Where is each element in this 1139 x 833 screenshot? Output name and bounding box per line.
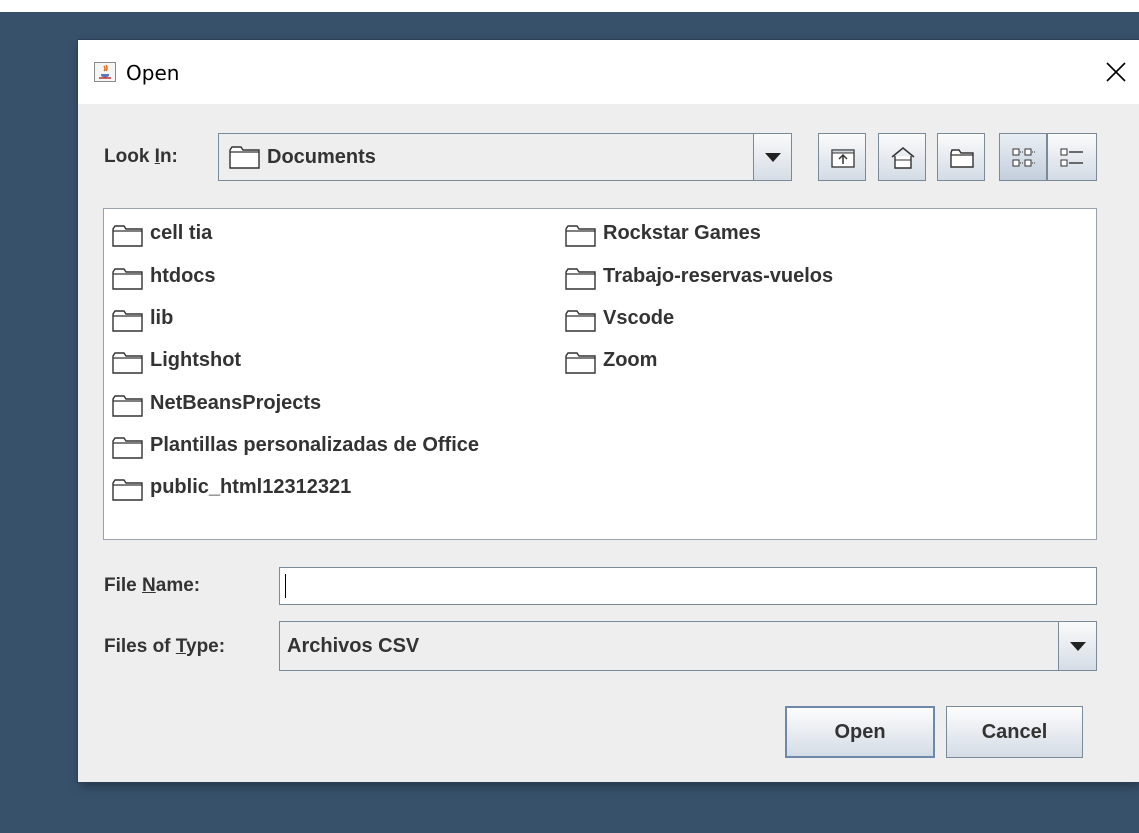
file-name-input[interactable] bbox=[279, 567, 1097, 605]
folder-icon bbox=[565, 225, 596, 247]
files-of-type-combo[interactable]: Archivos CSV bbox=[279, 621, 1097, 671]
look-in-dropdown-button[interactable] bbox=[753, 134, 791, 180]
close-icon bbox=[1106, 62, 1126, 82]
details-view-button[interactable] bbox=[1047, 133, 1097, 181]
files-of-type-dropdown-button[interactable] bbox=[1058, 622, 1096, 670]
file-name: NetBeansProjects bbox=[150, 392, 322, 414]
file-name: Rockstar Games bbox=[603, 222, 761, 244]
cancel-button[interactable]: Cancel bbox=[946, 706, 1083, 758]
folder-icon bbox=[112, 225, 143, 247]
file-name: Trabajo-reservas-vuelos bbox=[603, 265, 834, 287]
list-view-button[interactable] bbox=[999, 133, 1047, 181]
new-folder-button[interactable] bbox=[937, 133, 985, 181]
details-view-icon bbox=[1060, 148, 1083, 167]
folder-icon bbox=[565, 268, 596, 290]
home-button[interactable] bbox=[878, 133, 926, 181]
folder-icon bbox=[112, 352, 143, 374]
file-name: cell tia bbox=[150, 222, 213, 244]
window-title: Open bbox=[126, 61, 180, 85]
look-in-value: Documents bbox=[267, 146, 376, 168]
files-of-type-label-mnemonic: T bbox=[175, 636, 186, 657]
text-caret bbox=[285, 574, 286, 598]
files-of-type-label-pre: Files of bbox=[104, 636, 176, 657]
file-name-label-pre: File bbox=[104, 575, 143, 596]
list-view-icon bbox=[1012, 148, 1035, 167]
desktop-top-strip bbox=[0, 0, 1139, 12]
title-bar[interactable]: Open bbox=[78, 40, 1139, 104]
folder-icon bbox=[565, 310, 596, 332]
open-button[interactable]: Open bbox=[785, 706, 935, 758]
java-cup-icon bbox=[94, 62, 116, 82]
folder-icon bbox=[229, 146, 260, 169]
file-name: Lightshot bbox=[150, 349, 242, 371]
files-of-type-label: Files of Type: bbox=[104, 636, 225, 658]
files-of-type-label-post: ype: bbox=[186, 636, 226, 657]
file-name: public_html12312321 bbox=[150, 476, 352, 498]
chevron-down-icon bbox=[765, 153, 781, 162]
home-icon bbox=[891, 147, 915, 169]
folder-icon bbox=[565, 352, 596, 374]
file-name-label-post: ame: bbox=[155, 575, 201, 596]
new-folder-icon bbox=[950, 149, 974, 168]
close-button[interactable] bbox=[1093, 40, 1139, 104]
file-name-label-mnemonic: N bbox=[142, 575, 156, 596]
file-name: lib bbox=[150, 307, 174, 329]
folder-icon bbox=[112, 310, 143, 332]
file-list[interactable]: cell tia htdocs lib Lightshot NetBeansPr… bbox=[103, 208, 1097, 540]
look-in-label: Look In: bbox=[104, 146, 178, 168]
files-of-type-value: Archivos CSV bbox=[287, 635, 420, 657]
up-folder-icon bbox=[831, 149, 855, 168]
file-name: Plantillas personalizadas de Office bbox=[150, 434, 480, 456]
look-in-label-pre: Look bbox=[104, 146, 155, 167]
chevron-down-icon bbox=[1070, 642, 1086, 651]
up-one-level-button[interactable] bbox=[818, 133, 866, 181]
look-in-combo[interactable]: Documents bbox=[218, 133, 792, 181]
file-name: Vscode bbox=[603, 307, 675, 329]
file-name: Zoom bbox=[603, 349, 658, 371]
file-name-label: File Name: bbox=[104, 575, 200, 597]
folder-icon bbox=[112, 395, 143, 417]
file-name: htdocs bbox=[150, 265, 216, 287]
look-in-label-post: n: bbox=[159, 146, 178, 167]
folder-icon bbox=[112, 268, 143, 290]
folder-icon bbox=[112, 437, 143, 459]
folder-icon bbox=[112, 479, 143, 501]
